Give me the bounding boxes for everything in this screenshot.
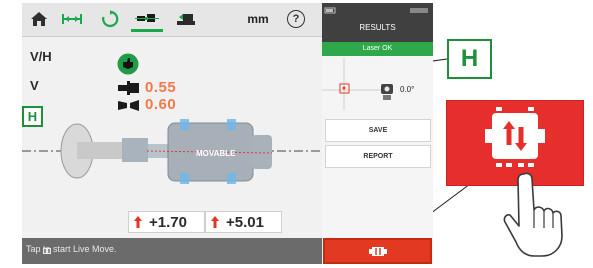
home-icon (31, 12, 47, 26)
toolbar: mm ? (22, 3, 322, 37)
results-panel: RESULTS Laser OK 0.0° SAVE REPORT (322, 3, 433, 264)
axis-vh-button[interactable]: V/H (30, 49, 52, 64)
angle-coupling-icon (118, 100, 139, 111)
move-button[interactable] (170, 7, 202, 31)
distance-icon (62, 14, 82, 24)
machine-diagram (22, 119, 322, 184)
units-label: mm (247, 12, 269, 26)
home-button[interactable] (23, 7, 55, 31)
help-button[interactable]: ? (280, 7, 312, 31)
help-icon: ? (287, 10, 305, 28)
machine-label: MOVABLE (196, 149, 236, 158)
offset-reading: 0.55 (145, 79, 177, 96)
large-h-callout: H (447, 39, 492, 79)
status-bar: Tap to start Live Move. (22, 238, 322, 264)
tolerance-thumb-icon (117, 53, 139, 75)
horizontal-correction: +5.01 (205, 211, 282, 233)
vertical-value: +1.70 (149, 213, 187, 231)
live-move-button[interactable] (323, 238, 432, 264)
sensor-icon (381, 84, 393, 100)
coupling-icon (135, 14, 159, 22)
large-h-label: H (460, 45, 479, 72)
up-arrow-icon (134, 216, 142, 228)
axis-v-button[interactable]: V (30, 78, 39, 93)
sensor-angle-value: 0.0° (400, 85, 415, 94)
vertical-correction: +1.70 (128, 211, 205, 233)
laser-status-badge: Laser OK (322, 42, 433, 56)
machine-move-icon (177, 14, 195, 25)
up-arrow-icon (211, 216, 219, 228)
small-h-callout: H (22, 106, 43, 127)
save-button[interactable]: SAVE (325, 119, 431, 142)
live-move-icon (369, 247, 387, 256)
results-title: RESULTS (359, 23, 396, 32)
live-move-small-icon (43, 248, 51, 254)
distance-button[interactable] (56, 7, 88, 31)
report-button[interactable]: REPORT (325, 145, 431, 168)
results-tab[interactable] (131, 7, 163, 32)
small-h-label: H (27, 109, 38, 124)
rotate-icon (102, 10, 119, 28)
status-icons (324, 7, 428, 14)
horizontal-value: +5.01 (226, 213, 264, 231)
measure-button[interactable] (94, 7, 126, 31)
hand-pointer-icon (503, 172, 563, 257)
units-button[interactable]: mm (242, 7, 274, 31)
panel-header: RESULTS (322, 3, 433, 42)
alignment-screen: mm ? V/H V 0.55 0.60 MOVABLE +1.70 +5.01… (22, 3, 322, 264)
status-text: Tap to start Live Move. (26, 244, 117, 254)
laser-target-view (322, 58, 392, 110)
offset-coupling-icon (118, 81, 139, 95)
